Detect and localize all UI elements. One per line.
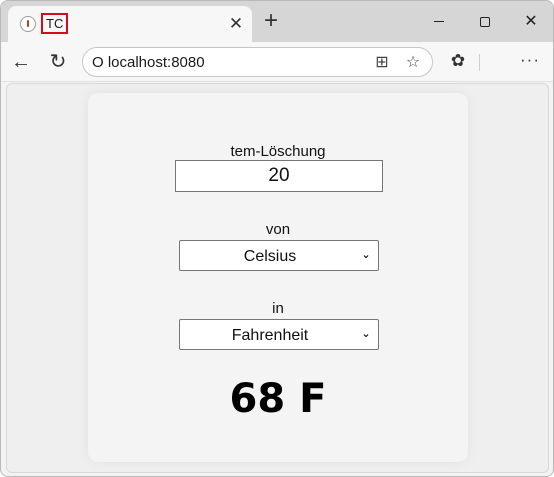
browser-toolbar: ← ↻ O localhost:8080 ⊞ ☆ ✿ ··· <box>1 42 553 82</box>
temperature-label: tem-Löschung <box>230 143 326 160</box>
apps-icon[interactable]: ⊞ <box>372 53 392 73</box>
converter-card: tem-Löschung von Celsius ⌄ in Fahrenheit… <box>88 93 468 462</box>
back-arrow-icon[interactable]: ← <box>7 48 35 76</box>
new-tab-button[interactable]: + <box>258 9 284 35</box>
more-menu-icon[interactable]: ··· <box>519 50 541 72</box>
toolbar-divider <box>479 54 480 71</box>
minimize-icon <box>434 21 444 23</box>
temperature-input[interactable] <box>175 160 383 192</box>
reload-icon[interactable]: ↻ <box>44 48 72 76</box>
favorite-star-icon[interactable]: ☆ <box>403 53 423 73</box>
to-unit-select[interactable]: Fahrenheit ⌄ <box>179 319 379 350</box>
extensions-icon[interactable]: ✿ <box>447 50 469 72</box>
address-url[interactable]: O localhost:8080 <box>92 54 205 71</box>
page-viewport: tem-Löschung von Celsius ⌄ in Fahrenheit… <box>6 83 549 473</box>
close-window-button[interactable]: ✕ <box>508 7 553 37</box>
browser-window: TC ✕ + ✕ ← ↻ O localhost:8080 ⊞ ☆ ✿ ··· … <box>0 0 554 477</box>
maximize-icon <box>480 16 490 27</box>
browser-tab[interactable]: TC ✕ <box>8 6 252 42</box>
chevron-down-icon: ⌄ <box>361 328 371 340</box>
tab-close-icon[interactable]: ✕ <box>226 14 246 34</box>
address-bar[interactable]: O localhost:8080 ⊞ ☆ <box>82 47 433 77</box>
minimize-button[interactable] <box>416 7 462 37</box>
to-unit-value: Fahrenheit <box>231 327 309 344</box>
tab-title: TC <box>41 13 69 34</box>
to-unit-label: in <box>272 300 284 317</box>
from-unit-label: von <box>265 221 291 238</box>
from-unit-value: Celsius <box>243 248 297 265</box>
from-unit-select[interactable]: Celsius ⌄ <box>179 240 379 271</box>
chevron-down-icon: ⌄ <box>361 249 371 261</box>
maximize-button[interactable] <box>462 7 508 37</box>
conversion-result: 68 F <box>229 376 327 422</box>
title-bar: TC ✕ + ✕ <box>1 1 553 42</box>
thermometer-favicon-icon <box>20 16 36 32</box>
